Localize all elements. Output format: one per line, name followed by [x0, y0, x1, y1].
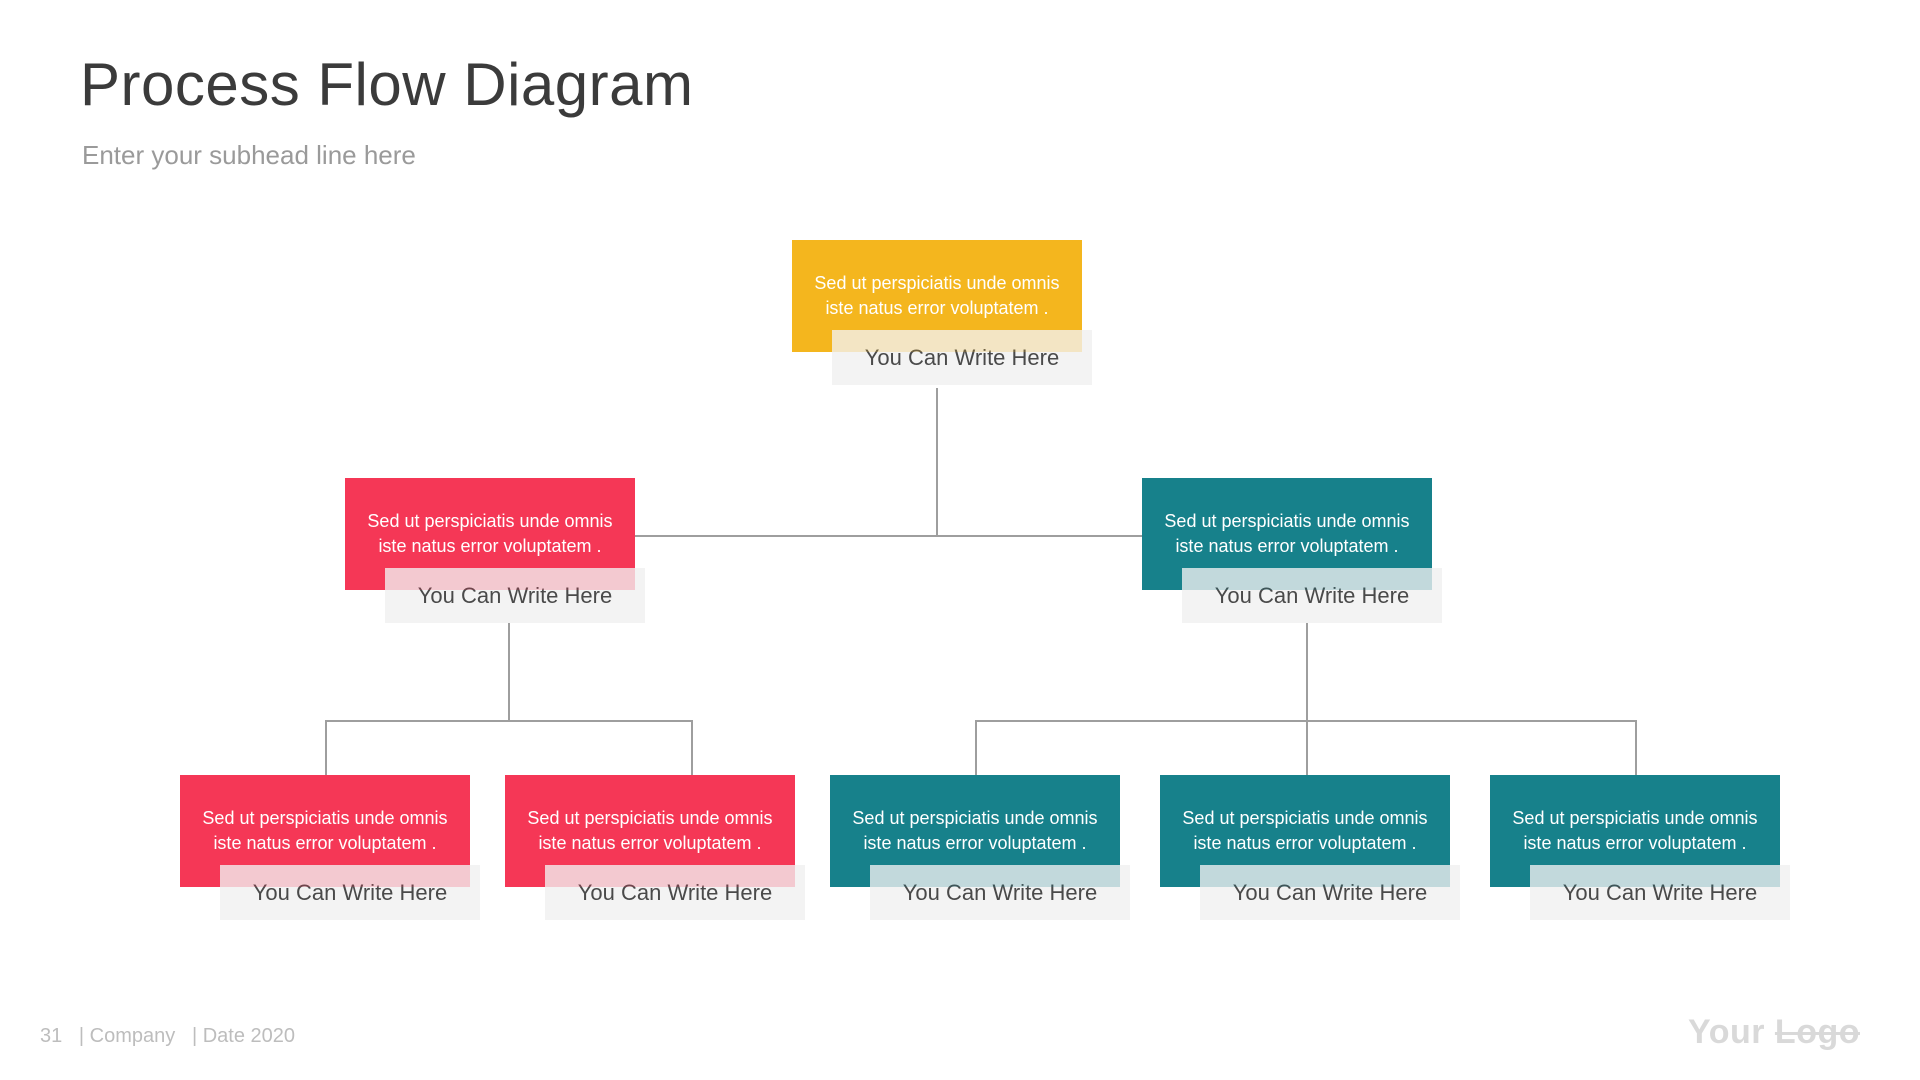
node-r1: Sed ut perspiciatis unde omnis iste natu…	[830, 775, 1120, 887]
node-r3: Sed ut perspiciatis unde omnis iste natu…	[1490, 775, 1780, 887]
node-l1-text: Sed ut perspiciatis unde omnis iste natu…	[198, 806, 452, 856]
node-right: Sed ut perspiciatis unde omnis iste natu…	[1142, 478, 1432, 590]
node-r2-tint	[1200, 865, 1450, 887]
node-r1-text: Sed ut perspiciatis unde omnis iste natu…	[848, 806, 1102, 856]
connector	[691, 720, 693, 775]
slide: Process Flow Diagram Enter your subhead …	[0, 0, 1920, 1080]
connector	[325, 720, 327, 775]
connector	[325, 720, 693, 722]
node-root-tint	[832, 330, 1082, 352]
node-left: Sed ut perspiciatis unde omnis iste natu…	[345, 478, 635, 590]
footer-page: 31	[40, 1025, 62, 1047]
node-l1: Sed ut perspiciatis unde omnis iste natu…	[180, 775, 470, 887]
logo: Your Logo	[1688, 1013, 1860, 1052]
node-left-tint	[385, 568, 635, 590]
logo-part1: Your	[1688, 1013, 1775, 1051]
node-l2-tint	[545, 865, 795, 887]
node-l2: Sed ut perspiciatis unde omnis iste natu…	[505, 775, 795, 887]
node-r2-text: Sed ut perspiciatis unde omnis iste natu…	[1178, 806, 1432, 856]
node-l1-tint	[220, 865, 470, 887]
logo-part2: Logo	[1775, 1013, 1860, 1051]
page-subhead: Enter your subhead line here	[82, 140, 416, 171]
connector	[508, 623, 510, 720]
node-left-text: Sed ut perspiciatis unde omnis iste natu…	[363, 509, 617, 559]
node-r3-tint	[1530, 865, 1780, 887]
node-l2-text: Sed ut perspiciatis unde omnis iste natu…	[523, 806, 777, 856]
node-r1-tint	[870, 865, 1120, 887]
footer-company: | Company	[79, 1025, 175, 1047]
connector	[936, 388, 938, 535]
footer-date: | Date 2020	[192, 1025, 295, 1047]
node-right-tint	[1182, 568, 1432, 590]
node-root-text: Sed ut perspiciatis unde omnis iste natu…	[810, 271, 1064, 321]
footer: 31 | Company | Date 2020	[40, 1025, 295, 1048]
node-right-text: Sed ut perspiciatis unde omnis iste natu…	[1160, 509, 1414, 559]
node-r2: Sed ut perspiciatis unde omnis iste natu…	[1160, 775, 1450, 887]
connector	[1306, 623, 1308, 720]
connector	[1306, 720, 1308, 775]
connector	[975, 720, 977, 775]
connector	[1635, 720, 1637, 775]
node-r3-text: Sed ut perspiciatis unde omnis iste natu…	[1508, 806, 1762, 856]
node-root: Sed ut perspiciatis unde omnis iste natu…	[792, 240, 1082, 352]
page-title: Process Flow Diagram	[80, 50, 694, 119]
